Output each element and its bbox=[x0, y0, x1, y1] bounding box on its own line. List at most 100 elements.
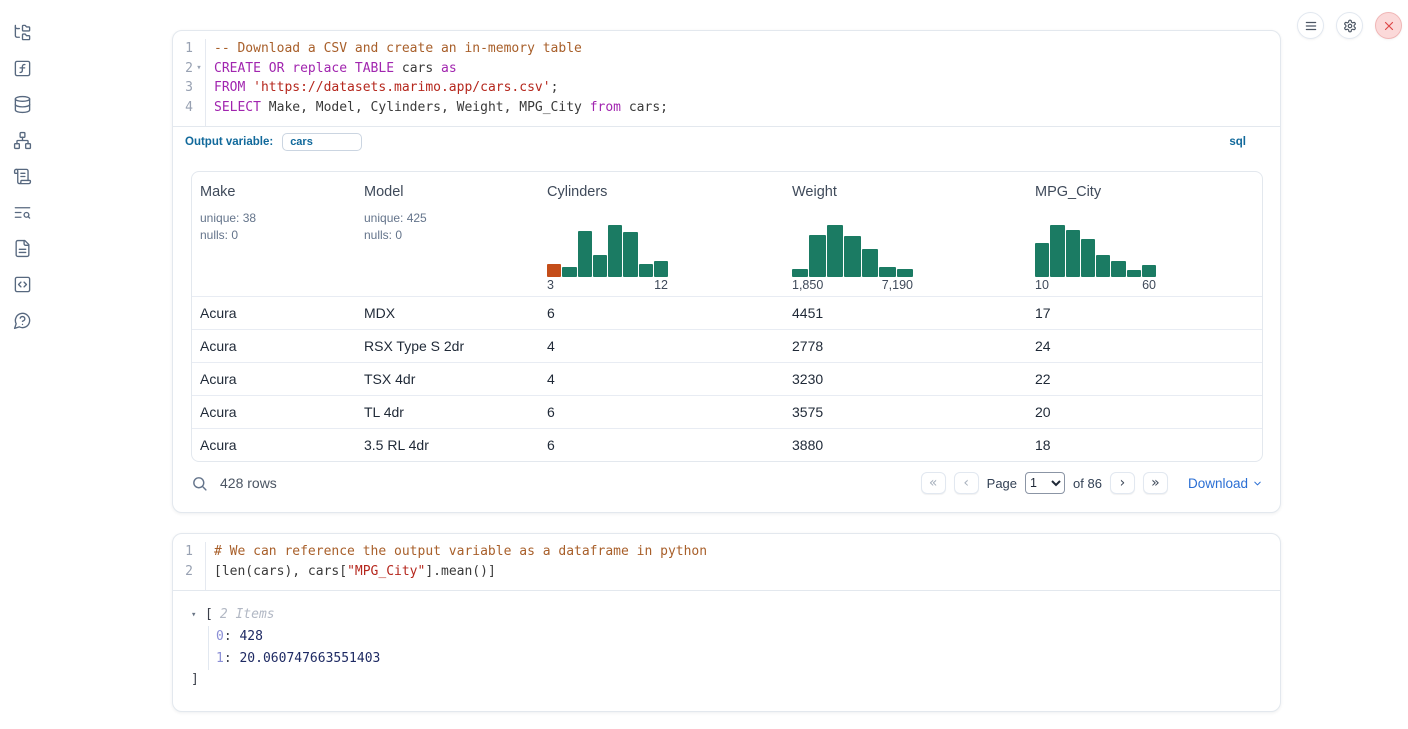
line-number: 3 bbox=[173, 78, 205, 98]
histogram-axis-labels: 312 bbox=[547, 278, 668, 292]
histogram-bar bbox=[654, 261, 668, 277]
histogram-bar bbox=[1142, 265, 1156, 277]
histogram-bar bbox=[1035, 243, 1049, 277]
column-header-model[interactable]: Modelunique: 425nulls: 0 bbox=[356, 172, 539, 296]
histogram-bar bbox=[1096, 255, 1110, 277]
column-header-weight[interactable]: Weight1,8507,190 bbox=[784, 172, 1027, 296]
code-token: 'https://datasets.marimo.app/cars.csv' bbox=[253, 80, 550, 95]
output-variable-bar: Output variable: sql bbox=[173, 126, 1280, 157]
search-button[interactable] bbox=[191, 475, 208, 492]
code-token: [len(cars), cars[ bbox=[214, 564, 347, 579]
code-token: ; bbox=[551, 80, 559, 95]
scroll-icon[interactable] bbox=[10, 164, 34, 188]
shutdown-button[interactable] bbox=[1375, 12, 1402, 39]
table-cell: 3880 bbox=[784, 429, 1027, 461]
database-icon[interactable] bbox=[10, 92, 34, 116]
code-token: # We can reference the output variable a… bbox=[214, 544, 707, 559]
histogram-min-label: 10 bbox=[1035, 278, 1049, 292]
table-cell: Acura bbox=[192, 330, 356, 362]
item-index: 0 bbox=[216, 629, 224, 644]
column-stat-line: nulls: 0 bbox=[200, 227, 356, 244]
histogram-bars bbox=[792, 223, 913, 277]
item-separator: : bbox=[224, 651, 240, 666]
first-page-button[interactable]: « bbox=[921, 472, 946, 494]
column-header-mpg_city[interactable]: MPG_City1060 bbox=[1027, 172, 1262, 296]
line-number-gutter: 12▾34 bbox=[173, 39, 206, 126]
window-controls bbox=[1297, 12, 1402, 39]
histogram-bar bbox=[844, 236, 860, 277]
code-token: as bbox=[441, 61, 457, 76]
table-cell: TSX 4dr bbox=[356, 363, 539, 395]
code-token: -- Download a CSV and create an in-memor… bbox=[214, 41, 582, 56]
histogram-min-label: 1,850 bbox=[792, 278, 823, 292]
table-row: AcuraTSX 4dr4323022 bbox=[192, 362, 1262, 395]
table-cell: 17 bbox=[1027, 297, 1262, 329]
gear-icon bbox=[1343, 19, 1357, 33]
page-select[interactable]: 1 bbox=[1025, 472, 1065, 494]
table-cell: 4451 bbox=[784, 297, 1027, 329]
dependency-graph-icon[interactable] bbox=[10, 128, 34, 152]
data-table: Makeunique: 38nulls: 0Modelunique: 425nu… bbox=[191, 171, 1263, 462]
code-line: -- Download a CSV and create an in-memor… bbox=[214, 39, 1280, 59]
document-icon[interactable] bbox=[10, 236, 34, 260]
fold-chevron-icon[interactable]: ▾ bbox=[193, 59, 205, 79]
file-tree-icon[interactable] bbox=[10, 20, 34, 44]
column-header-cylinders[interactable]: Cylinders312 bbox=[539, 172, 784, 296]
sql-code-lines[interactable]: -- Download a CSV and create an in-memor… bbox=[206, 39, 1280, 126]
code-token bbox=[245, 80, 253, 95]
code-token: ].mean()] bbox=[425, 564, 495, 579]
close-icon bbox=[1382, 19, 1396, 33]
python-code-lines[interactable]: # We can reference the output variable a… bbox=[206, 542, 1280, 590]
last-page-button[interactable]: » bbox=[1143, 472, 1168, 494]
code-line: [len(cars), cars["MPG_City"].mean()] bbox=[214, 562, 1280, 582]
histogram-bar bbox=[623, 232, 637, 277]
line-number-text: 3 bbox=[173, 78, 193, 98]
menu-button[interactable] bbox=[1297, 12, 1324, 39]
list-item: 1: 20.060747663551403 bbox=[216, 648, 1280, 670]
code-token: "MPG_City" bbox=[347, 564, 425, 579]
settings-button[interactable] bbox=[1336, 12, 1363, 39]
page-label: Page bbox=[987, 476, 1017, 491]
download-label: Download bbox=[1188, 476, 1248, 491]
histogram-axis-labels: 10 60 bbox=[1035, 278, 1156, 292]
python-code-editor[interactable]: 12 # We can reference the output variabl… bbox=[173, 534, 1280, 591]
histogram-bar bbox=[1081, 239, 1095, 277]
table-cell: 6 bbox=[539, 297, 784, 329]
prev-page-button[interactable]: ‹ bbox=[954, 472, 979, 494]
code-snippet-icon[interactable] bbox=[10, 272, 34, 296]
function-square-icon[interactable] bbox=[10, 56, 34, 80]
column-stat-line: unique: 425 bbox=[364, 210, 539, 227]
item-index: 1 bbox=[216, 651, 224, 666]
chevron-down-icon bbox=[1252, 478, 1263, 489]
code-token: Make, Model, Cylinders, Weight, MPG_City bbox=[261, 100, 590, 115]
histogram-max-label: 60 bbox=[1142, 278, 1156, 292]
column-histogram: 10 60 bbox=[1035, 223, 1156, 292]
table-cell: 6 bbox=[539, 429, 784, 461]
column-header-make[interactable]: Makeunique: 38nulls: 0 bbox=[192, 172, 356, 296]
search-icon bbox=[191, 475, 208, 492]
download-button[interactable]: Download bbox=[1188, 476, 1263, 491]
column-name: Weight bbox=[792, 184, 1027, 200]
table-row: AcuraRSX Type S 2dr4277824 bbox=[192, 329, 1262, 362]
code-token: OR bbox=[269, 61, 285, 76]
histogram-bar bbox=[562, 267, 576, 277]
table-cell: 6 bbox=[539, 396, 784, 428]
sql-code-editor[interactable]: 12▾34 -- Download a CSV and create an in… bbox=[173, 31, 1280, 126]
output-variable-input[interactable] bbox=[282, 133, 362, 151]
line-number-text: 4 bbox=[173, 98, 193, 118]
collapse-chevron-icon[interactable]: ▾ bbox=[191, 610, 205, 620]
histogram-bars bbox=[1035, 223, 1156, 277]
list-items: 0: 428 1: 20.060747663551403 bbox=[208, 626, 1280, 670]
help-bubble-icon[interactable] bbox=[10, 308, 34, 332]
page-total: of 86 bbox=[1073, 476, 1102, 491]
code-line: SELECT Make, Model, Cylinders, Weight, M… bbox=[214, 98, 1280, 118]
table-cell: 3230 bbox=[784, 363, 1027, 395]
pagination: « ‹ Page 1 of 86 › » Download bbox=[921, 472, 1263, 494]
open-bracket: [ bbox=[205, 607, 213, 622]
table-cell: 3.5 RL 4dr bbox=[356, 429, 539, 461]
list-search-icon[interactable] bbox=[10, 200, 34, 224]
table-output: Makeunique: 38nulls: 0Modelunique: 425nu… bbox=[173, 157, 1280, 462]
histogram-bar bbox=[827, 225, 843, 277]
next-page-button[interactable]: › bbox=[1110, 472, 1135, 494]
item-value: 428 bbox=[239, 629, 262, 644]
